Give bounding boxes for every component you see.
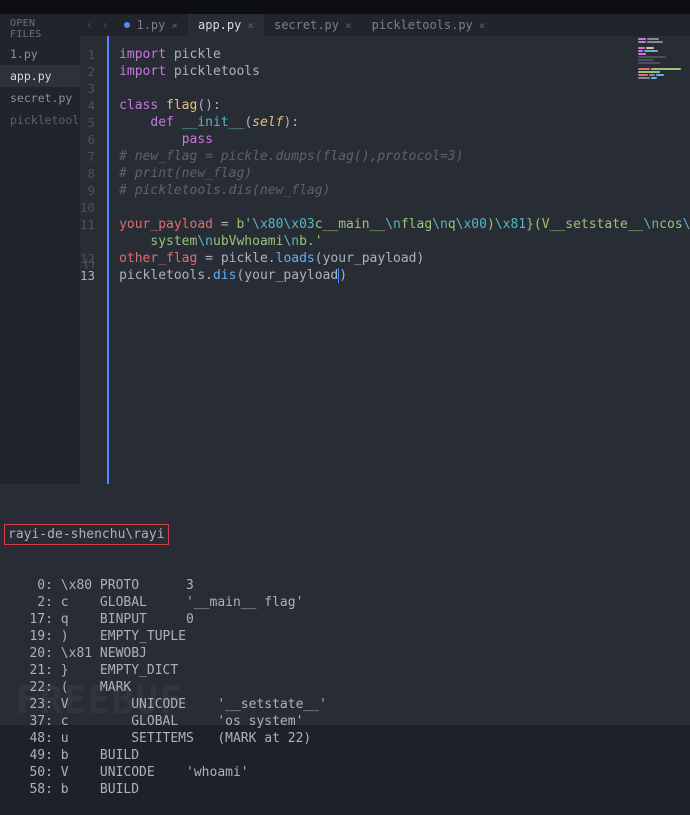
close-icon[interactable]: × <box>171 19 178 32</box>
tab-label: 1.py <box>136 18 165 32</box>
sidebar-item-secret-py[interactable]: secret.py <box>0 87 80 109</box>
code-line[interactable]: class flag(): <box>119 97 690 114</box>
terminal-line: 2: c GLOBAL '__main__ flag' <box>6 594 684 611</box>
terminal-line: 0: \x80 PROTO 3 <box>6 577 684 594</box>
terminal-line: 58: b BUILD <box>6 781 684 798</box>
code-area[interactable]: import pickleimport pickletools class fl… <box>109 36 690 484</box>
line-number: 11 <box>80 216 95 233</box>
code-line[interactable]: other_flag = pickle.loads(your_payload) <box>119 250 690 267</box>
sidebar-item-1-py[interactable]: 1.py <box>0 43 80 65</box>
tab-app-py[interactable]: app.py × <box>188 14 264 36</box>
code-line[interactable]: # new_flag = pickle.dumps(flag(),protoco… <box>119 148 690 165</box>
terminal-line: 22: ( MARK <box>6 679 684 696</box>
terminal-line: 21: } EMPTY_DICT <box>6 662 684 679</box>
terminal-line: 49: b BUILD <box>6 747 684 764</box>
tab-1-py[interactable]: 1.py × <box>114 14 188 36</box>
close-icon[interactable]: × <box>479 19 486 32</box>
sidebar: OPEN FILES 1.pyapp.pysecret.pypickletool… <box>0 14 80 484</box>
terminal-line: 37: c GLOBAL 'os system' <box>6 713 684 730</box>
line-number: 5 <box>80 114 95 131</box>
tab-label: secret.py <box>274 18 339 32</box>
code-line[interactable]: # print(new_flag) <box>119 165 690 182</box>
nav-forward-icon[interactable]: › <box>101 18 108 32</box>
tab-bar: ‹ › 1.py×app.py×secret.py×pickletools.py… <box>80 14 690 36</box>
code-line[interactable] <box>119 80 690 97</box>
nav-back-icon[interactable]: ‹ <box>86 18 93 32</box>
tab-pickletools-py[interactable]: pickletools.py × <box>362 14 496 36</box>
terminal-highlight: rayi-de-shenchu\rayi <box>6 526 167 543</box>
code-line[interactable]: def __init__(self): <box>119 114 690 131</box>
line-number: 4 <box>80 97 95 114</box>
sidebar-item-app-py[interactable]: app.py <box>0 65 80 87</box>
window-titlebar <box>0 0 690 14</box>
terminal[interactable]: rayi-de-shenchu\rayi 0: \x80 PROTO 3 2: … <box>0 484 690 725</box>
line-number: 6 <box>80 131 95 148</box>
minimap[interactable] <box>638 38 684 79</box>
tab-nav: ‹ › <box>80 14 114 36</box>
line-number: 10 <box>80 199 95 216</box>
sidebar-header: OPEN FILES <box>0 14 80 43</box>
bracket-match-indicator: () <box>83 257 96 270</box>
tab-label: app.py <box>198 18 241 32</box>
terminal-line: 17: q BINPUT 0 <box>6 611 684 628</box>
tab-secret-py[interactable]: secret.py × <box>264 14 362 36</box>
line-number: 9 <box>80 182 95 199</box>
code-line[interactable] <box>119 199 690 216</box>
code-line[interactable]: # pickletools.dis(new_flag) <box>119 182 690 199</box>
code-line[interactable]: pass <box>119 131 690 148</box>
terminal-line: 50: V UNICODE 'whoami' <box>6 764 684 781</box>
close-icon[interactable]: × <box>247 19 254 32</box>
code-line[interactable]: import pickle <box>119 46 690 63</box>
code-line[interactable]: pickletools.dis(your_payload) <box>119 267 690 284</box>
sidebar-item-pickletools-py[interactable]: pickletools.py <box>0 109 80 131</box>
line-number: 8 <box>80 165 95 182</box>
terminal-line: 19: ) EMPTY_TUPLE <box>6 628 684 645</box>
line-number: 2 <box>80 63 95 80</box>
editor-pane: ‹ › 1.py×app.py×secret.py×pickletools.py… <box>80 14 690 484</box>
terminal-line: 48: u SETITEMS (MARK at 22) <box>6 730 684 747</box>
close-icon[interactable]: × <box>345 19 352 32</box>
tab-dirty-icon <box>124 22 130 28</box>
line-number: 7 <box>80 148 95 165</box>
line-number: 1 <box>80 46 95 63</box>
code-line[interactable]: your_payload = b'\x80\x03c__main__\nflag… <box>119 216 690 250</box>
terminal-line: 23: V UNICODE '__setstate__' <box>6 696 684 713</box>
tab-label: pickletools.py <box>372 18 473 32</box>
terminal-line: 20: \x81 NEWOBJ <box>6 645 684 662</box>
line-number: 3 <box>80 80 95 97</box>
code-line[interactable]: import pickletools <box>119 63 690 80</box>
